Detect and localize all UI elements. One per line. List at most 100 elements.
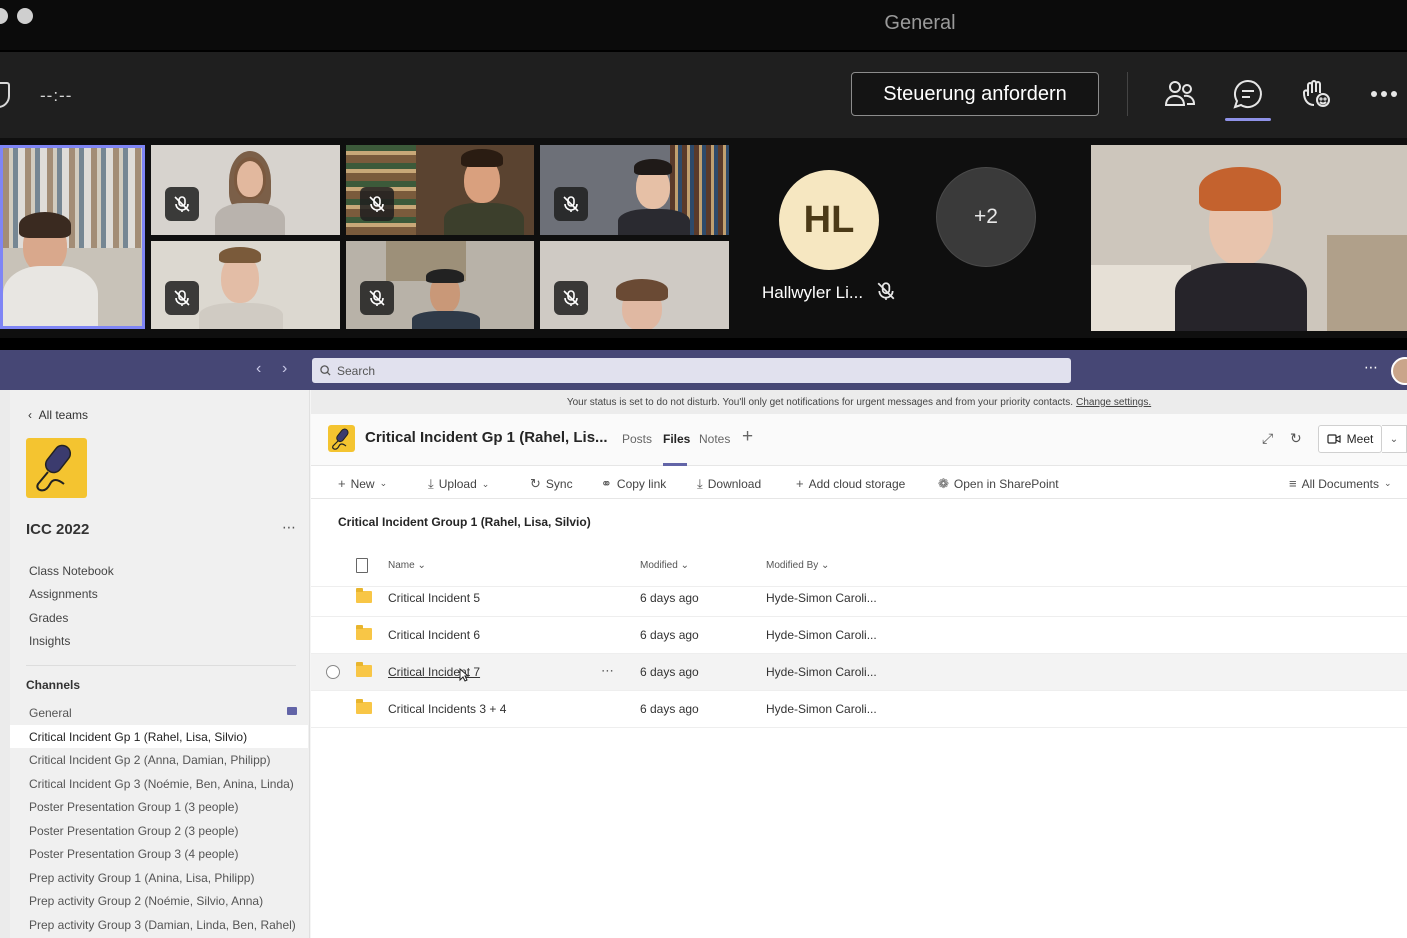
channel-item-general[interactable]: General	[10, 701, 308, 724]
class-notebook-link[interactable]: Class Notebook	[29, 564, 114, 578]
channel-item[interactable]: Prep activity Group 1 (Anina, Lisa, Phil…	[10, 866, 308, 889]
video-tile[interactable]	[540, 241, 729, 329]
table-row[interactable]: Critical Incidents 3 + 4 6 days ago Hyde…	[311, 691, 1407, 728]
chevron-down-icon[interactable]: ⌄	[1382, 425, 1407, 453]
video-gallery: HL Hallwyler Li... +2	[0, 138, 1407, 338]
file-name[interactable]: Critical Incidents 3 + 4	[388, 702, 506, 716]
file-name[interactable]: Critical Incident 6	[388, 628, 480, 642]
new-label: New	[350, 476, 375, 491]
channel-item-active[interactable]: Critical Incident Gp 1 (Rahel, Lisa, Sil…	[10, 725, 308, 748]
new-button[interactable]: + New ⌄	[338, 476, 387, 491]
file-type-icon	[356, 558, 368, 573]
participant-avatar[interactable]: HL	[779, 170, 879, 270]
open-sharepoint-button[interactable]: ❁ Open in SharePoint	[938, 476, 1059, 492]
tab-files[interactable]: Files	[663, 432, 690, 446]
upload-icon: ⤓	[428, 476, 434, 491]
insights-link[interactable]: Insights	[29, 634, 70, 648]
meet-button[interactable]: Meet	[1318, 425, 1382, 453]
video-tile[interactable]	[151, 241, 340, 329]
row-select-radio[interactable]	[326, 665, 340, 679]
breadcrumb: Critical Incident Group 1 (Rahel, Lisa, …	[338, 515, 591, 529]
copy-link-button[interactable]: ⚭ Copy link	[601, 476, 666, 492]
table-row[interactable]: Critical Incident 5 6 days ago Hyde-Simo…	[311, 580, 1407, 617]
modified-by: Hyde-Simon Caroli...	[766, 665, 877, 679]
modified-by-column-header[interactable]: Modified By ⌄	[766, 560, 829, 571]
search-placeholder: Search	[337, 363, 376, 378]
folder-icon	[356, 625, 372, 640]
add-cloud-storage-button[interactable]: + Add cloud storage	[796, 476, 905, 491]
channel-item[interactable]: Prep activity Group 2 (Noémie, Silvio, A…	[10, 889, 308, 912]
all-teams-label: All teams	[38, 408, 89, 422]
video-tile[interactable]	[346, 145, 534, 235]
chat-icon[interactable]	[1230, 76, 1266, 112]
reactions-icon[interactable]	[1298, 76, 1334, 112]
list-icon: ≡	[1289, 476, 1297, 491]
chevron-down-icon: ⌄	[481, 478, 490, 489]
muted-indicator	[165, 187, 199, 221]
copy-link-label: Copy link	[616, 477, 667, 491]
active-tab-indicator	[1225, 118, 1271, 121]
assignments-link[interactable]: Assignments	[29, 587, 98, 601]
all-teams-link[interactable]: ‹ All teams	[28, 408, 88, 422]
video-tile[interactable]	[346, 241, 534, 329]
more-participants-button[interactable]: +2	[936, 167, 1036, 267]
channel-item[interactable]: Poster Presentation Group 1 (3 people)	[10, 795, 308, 818]
forward-arrow-icon[interactable]: ›	[282, 360, 287, 378]
video-tile[interactable]	[540, 145, 729, 235]
avatar[interactable]	[1391, 357, 1407, 385]
plus-icon: +	[796, 476, 804, 491]
video-tile[interactable]	[151, 145, 340, 235]
sync-button[interactable]: ↻ Sync	[530, 476, 573, 492]
toolbar-divider	[1127, 72, 1128, 116]
team-sidebar: ‹ All teams ICC 2022 ⋯ Class Notebook As…	[10, 390, 310, 938]
change-settings-link[interactable]: Change settings.	[1076, 397, 1151, 408]
status-message: Your status is set to do not disturb. Yo…	[566, 396, 1074, 408]
table-row-hovered[interactable]: Critical Incident 7 ⋯ 6 days ago Hyde-Si…	[311, 654, 1407, 691]
table-row[interactable]: Critical Incident 6 6 days ago Hyde-Simo…	[311, 617, 1407, 654]
modified-column-label: Modified	[640, 560, 678, 571]
sync-icon: ↻	[530, 476, 541, 491]
tab-posts[interactable]: Posts	[622, 432, 652, 446]
status-banner: Your status is set to do not disturb. Yo…	[311, 390, 1407, 414]
window-title: General	[884, 12, 956, 34]
sharepoint-icon: ❁	[938, 476, 949, 491]
meeting-timer: --:--	[40, 86, 73, 105]
video-tile-pinned[interactable]	[1091, 145, 1407, 331]
channel-item[interactable]: Poster Presentation Group 3 (4 people)	[10, 842, 308, 865]
view-selector[interactable]: ≡ All Documents ⌄	[1289, 476, 1392, 491]
team-options-icon[interactable]: ⋯	[282, 519, 297, 536]
expand-icon[interactable]: ⤢	[1262, 430, 1273, 447]
muted-indicator	[554, 281, 588, 315]
tab-notes[interactable]: Notes	[699, 432, 730, 446]
search-input[interactable]: Search	[312, 358, 1071, 383]
meeting-toolbar: --:-- Steuerung anfordern	[0, 52, 1407, 138]
video-tile-speaker[interactable]	[0, 145, 145, 329]
ellipsis-icon[interactable]: ⋯	[1364, 359, 1379, 376]
modified-date: 6 days ago	[640, 591, 699, 605]
muted-indicator	[165, 281, 199, 315]
row-options-icon[interactable]: ⋯	[601, 663, 615, 679]
request-control-button[interactable]: Steuerung anfordern	[851, 72, 1099, 116]
channel-item[interactable]: Critical Incident Gp 3 (Noémie, Ben, Ani…	[10, 772, 308, 795]
chevron-down-icon: ⌄	[1383, 478, 1392, 488]
back-arrow-icon[interactable]: ‹	[256, 360, 261, 378]
refresh-icon[interactable]: ↻	[1290, 430, 1302, 447]
channel-item[interactable]: Prep activity Group 3 (Damian, Linda, Be…	[10, 913, 308, 936]
video-camera-icon	[1327, 434, 1341, 444]
channel-item[interactable]: Critical Incident Gp 2 (Anna, Damian, Ph…	[10, 748, 308, 771]
grades-link[interactable]: Grades	[29, 611, 68, 625]
participant-name: Hallwyler Li...	[762, 283, 864, 302]
app-rail	[0, 390, 10, 938]
modified-column-header[interactable]: Modified ⌄	[640, 560, 689, 571]
upload-button[interactable]: ⤓ Upload ⌄	[428, 476, 489, 492]
upload-label: Upload	[438, 477, 477, 491]
more-options-icon[interactable]	[1366, 76, 1402, 112]
mic-muted-icon	[876, 281, 896, 306]
divider	[26, 665, 296, 666]
name-column-header[interactable]: Name ⌄	[388, 560, 426, 571]
add-tab-icon[interactable]: +	[742, 426, 753, 448]
file-name[interactable]: Critical Incident 5	[388, 591, 480, 605]
channel-item[interactable]: Poster Presentation Group 2 (3 people)	[10, 819, 308, 842]
participants-icon[interactable]	[1162, 76, 1198, 112]
download-button[interactable]: ⤓ Download	[697, 476, 761, 492]
